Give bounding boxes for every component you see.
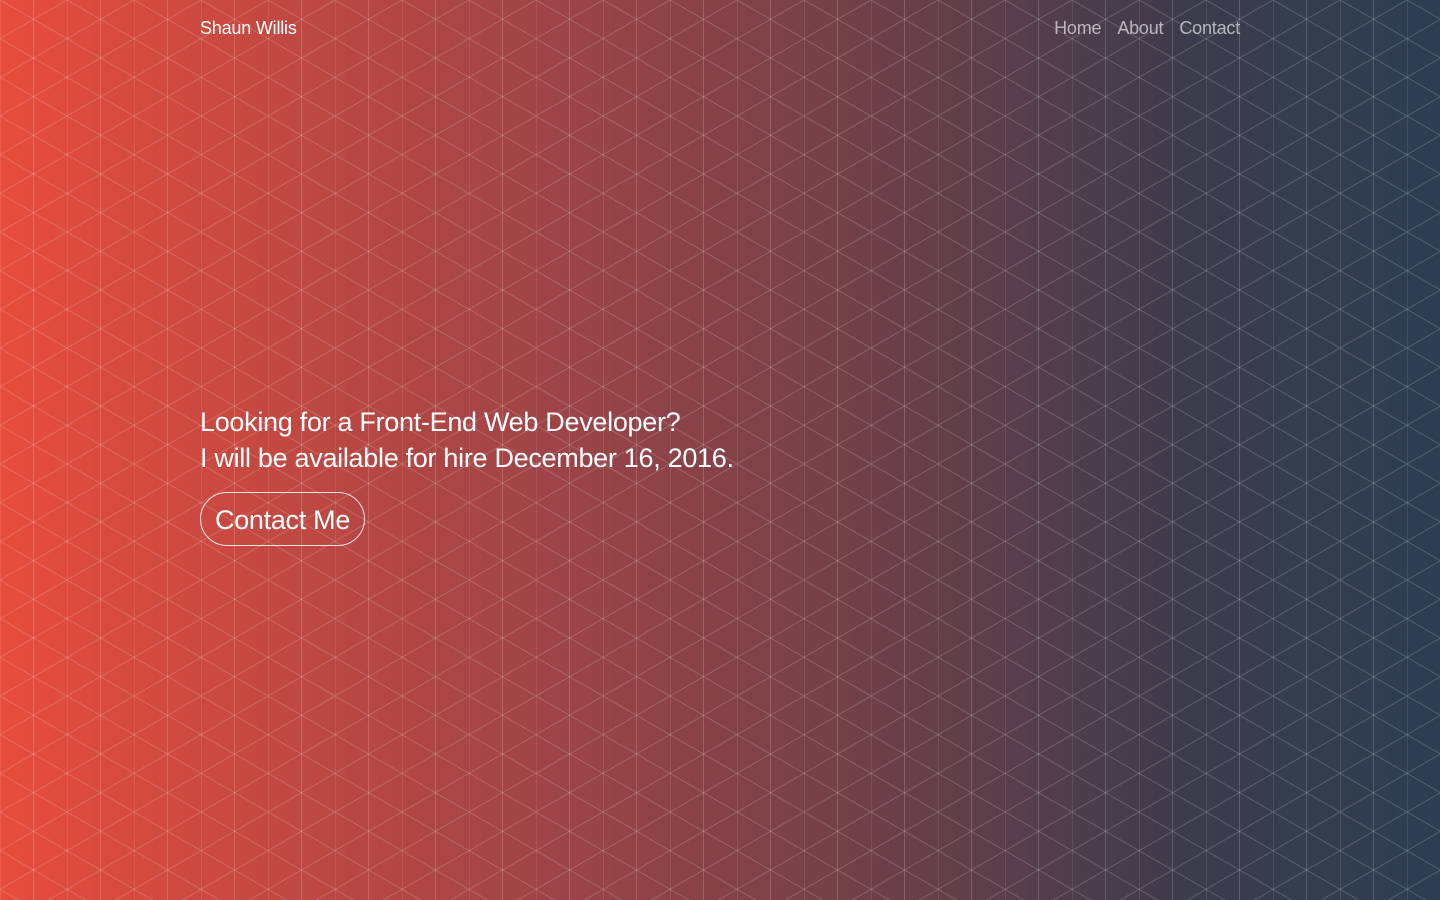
- site-header: Shaun Willis Home About Contact: [0, 0, 1440, 60]
- nav-link-about[interactable]: About: [1117, 18, 1163, 39]
- contact-me-button[interactable]: Contact Me: [200, 492, 366, 546]
- brand-link[interactable]: Shaun Willis: [200, 18, 297, 39]
- nav-link-home[interactable]: Home: [1054, 18, 1101, 39]
- nav-link-contact[interactable]: Contact: [1179, 18, 1240, 39]
- hero-section: Looking for a Front-End Web Developer? I…: [200, 404, 900, 546]
- hero-headline: Looking for a Front-End Web Developer?: [200, 407, 681, 437]
- hero-availability: I will be available for hire December 16…: [200, 443, 734, 473]
- main-nav: Home About Contact: [1054, 18, 1240, 39]
